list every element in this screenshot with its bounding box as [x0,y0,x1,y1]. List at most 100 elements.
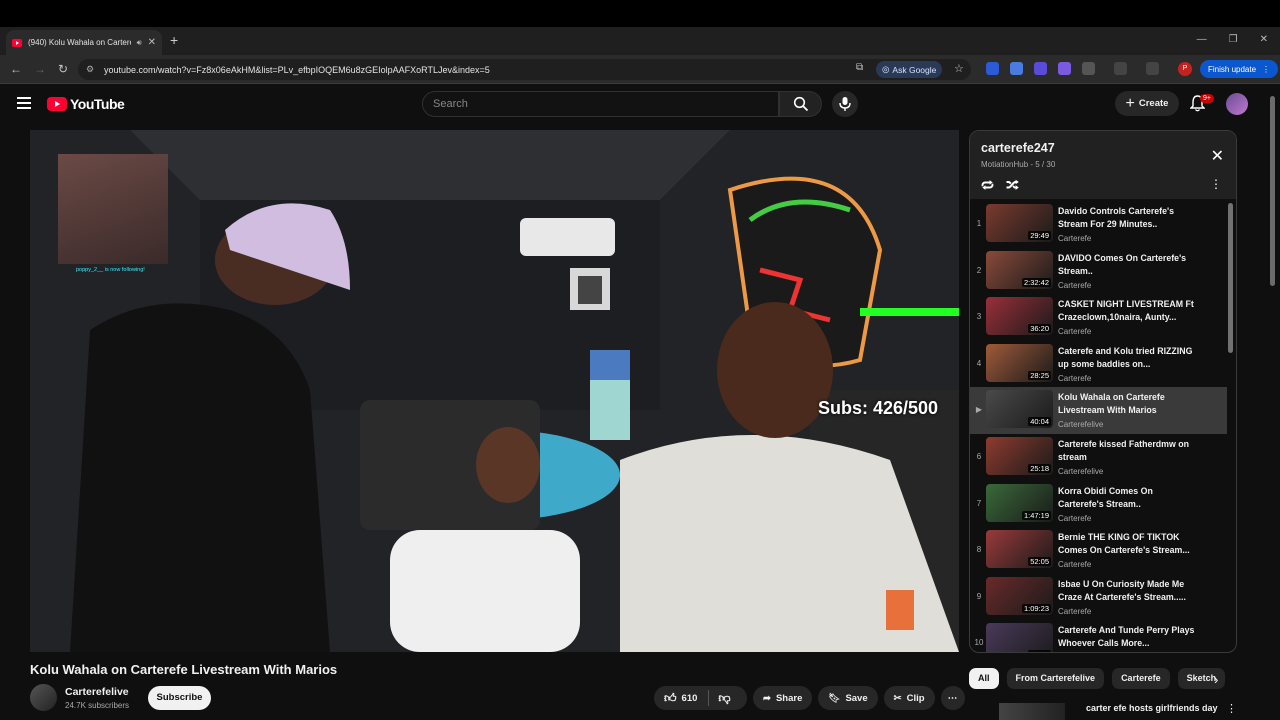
install-icon[interactable]: ⧉ [856,62,863,73]
omnibox[interactable]: ⚙ youtube.com/watch?v=Fz8x06eAkHM&list=P… [78,59,971,80]
youtube-favicon-icon [12,38,22,47]
like-count: 610 [681,692,698,704]
duration-badge: 52:05 [1028,557,1051,567]
translate-icon[interactable] [1010,62,1023,75]
channel-avatar[interactable] [30,684,57,711]
playlist-more-icon[interactable]: ⋮ [1210,177,1222,191]
notification-badge: 9+ [1200,94,1214,103]
youtube-logo[interactable]: YouTube [47,96,125,112]
playlist-item-title[interactable]: Bernie THE KING OF TIKTOK Comes On Carte… [1058,531,1198,557]
minimize-icon[interactable]: — [1197,34,1207,45]
playlist-item-thumbnail[interactable]: 28:25 [986,343,1053,382]
close-window-icon[interactable]: ✕ [1260,34,1268,45]
playlist-item-index: 1 [976,219,982,228]
playlist-item-index: 6 [976,451,982,461]
playlist-item[interactable]: ▶ 40:04 Kolu Wahala on Carterefe Livestrea… [970,387,1227,434]
subscribe-button[interactable]: Subscribe [148,686,211,710]
menu-icon[interactable] [17,97,31,112]
playlist-item-thumbnail[interactable]: 2:32:42 [986,250,1053,289]
logo-text: YouTube [70,96,125,112]
page-scrollbar[interactable] [1270,96,1275,286]
close-playlist-icon[interactable]: ✕ [1211,146,1224,166]
chip-from-carterefelive[interactable]: From Carterefelive [1006,668,1105,689]
chip-all[interactable]: All [969,668,999,689]
playlist-item-thumbnail[interactable]: 25:18 [986,436,1053,475]
search-input[interactable]: Search [422,91,779,117]
playlist-item-channel: Carterefe [1058,513,1092,523]
playlist-item-channel: Carterefe [1058,560,1092,570]
create-button[interactable]: + Create [1115,91,1179,116]
extension-icon[interactable] [1058,62,1071,75]
mic-icon [839,97,851,111]
recommendation-title[interactable]: carter efe hosts girlfriends day [1086,703,1218,713]
new-tab-icon[interactable]: + [170,32,178,48]
playlist-item-thumbnail[interactable]: 1:09:23 [986,576,1053,615]
profile-avatar[interactable]: P [1178,62,1192,76]
playlist-item[interactable]: 3 36:20 CASKET NIGHT LIVESTREAM Ft Crazecl… [970,294,1227,341]
playlist-item-thumbnail[interactable]: 40:04 [986,390,1053,429]
bookmark-star-icon[interactable]: ☆ [954,62,964,75]
playlist-item-channel: Carterefe [1058,606,1092,616]
playlist-item[interactable]: 6 25:18 Carterefe kissed Fatherdmw on stre… [970,434,1227,481]
chip-carterefe[interactable]: Carterefe [1112,668,1170,689]
shuffle-icon[interactable]: 🔀︎ [1006,176,1019,195]
playlist-item-thumbnail[interactable]: 44:51 [986,623,1053,652]
playlist-item[interactable]: 9 1:09:23 Isbae U On Curiosity Made Me Cra… [970,574,1227,621]
puzzle-icon[interactable] [1082,62,1095,75]
maximize-icon[interactable]: ❐ [1229,34,1238,45]
playlist-item[interactable]: 1 29:49 Davido Controls Carterefe's Stream… [970,201,1227,248]
more-actions-button[interactable]: ⋯ [940,686,965,710]
playlist-scrollbar[interactable] [1228,203,1233,353]
playlist-item-title[interactable]: Isbae U On Curiosity Made Me Craze At Ca… [1058,578,1198,604]
plus-icon: + [1125,94,1135,112]
thumbs-down-icon[interactable]: 👎︎ [718,691,730,706]
playlist-item[interactable]: 10 44:51 Carterefe And Tunde Perry Plays W… [970,620,1227,652]
reload-icon[interactable]: ↻ [58,62,68,76]
search-button[interactable] [779,91,822,117]
save-label: Save [845,692,868,704]
chevron-right-icon[interactable]: › [1214,672,1218,687]
forward-icon[interactable]: → [34,62,46,76]
site-info-icon[interactable]: ⚙ [86,64,98,75]
channel-name[interactable]: Carterefelive [65,686,129,698]
playlist-item-thumbnail[interactable]: 52:05 [986,530,1053,569]
playlist-item-index: 7 [976,498,982,508]
like-button[interactable]: 👍︎ 610 [664,691,697,706]
share-icon: ➦ [763,692,771,704]
loop-icon[interactable]: 🔁︎ [981,176,994,195]
user-avatar[interactable] [1226,93,1248,115]
recommendation-more-icon[interactable]: ⋮ [1226,702,1237,715]
playlist-item-title[interactable]: Carterefe kissed Fatherdmw on stream [1058,438,1198,464]
reading-list-icon[interactable] [1146,62,1159,75]
playlist-item-thumbnail[interactable]: 29:49 [986,204,1053,242]
playlist-item-title[interactable]: Carterefe And Tunde Perry Plays Whoever … [1058,624,1198,650]
playlist-item-title[interactable]: Kolu Wahala on Carterefe Livestream With… [1058,391,1198,417]
playlist-item-title[interactable]: Korra Obidi Comes On Carterefe's Stream.… [1058,485,1198,511]
playlist-item-title[interactable]: DAVIDO Comes On Carterefe's Stream.. [1058,252,1198,278]
voice-search-button[interactable] [832,91,858,117]
playlist-item[interactable]: 2 2:32:42 DAVIDO Comes On Carterefe's Stre… [970,248,1227,295]
extension-icon[interactable] [986,62,999,75]
playlist-item-thumbnail[interactable]: 36:20 [986,297,1053,336]
playlist-item-title[interactable]: Caterefe and Kolu tried RIZZING up some … [1058,345,1198,371]
ask-google-button[interactable]: ◎ Ask Google [876,61,943,78]
playlist-item[interactable]: 4 28:25 Caterefe and Kolu tried RIZZING up… [970,341,1227,388]
recommendation-thumbnail[interactable] [999,703,1065,720]
video-frame [30,130,959,652]
playlist-item[interactable]: 7 1:47:19 Korra Obidi Comes On Carterefe's… [970,481,1227,528]
save-button[interactable]: 🔖︎ Save [818,686,878,710]
playlist-item[interactable]: 8 52:05 Bernie THE KING OF TIKTOK Comes On… [970,527,1227,574]
playlist-item-thumbnail[interactable]: 1:47:19 [986,483,1053,522]
finish-update-button[interactable]: Finish update ⋮ [1200,60,1279,78]
shield-icon[interactable] [1034,62,1047,75]
tab-search-icon[interactable] [1114,62,1127,75]
video-player[interactable]: poppy_2__ is now following! Subs: 426/50… [30,130,959,652]
share-button[interactable]: ➦ Share [753,686,813,710]
playlist-title[interactable]: carterefe247 [981,141,1055,155]
playlist-item-title[interactable]: CASKET NIGHT LIVESTREAM Ft Crazeclown,10… [1058,298,1198,324]
browser-tab[interactable]: (940) Kolu Wahala on Carterefe 🔊︎ ✕ [6,30,162,55]
back-icon[interactable]: ← [10,62,22,76]
close-tab-icon[interactable]: ✕ [148,37,156,48]
playlist-item-title[interactable]: Davido Controls Carterefe's Stream For 2… [1058,205,1198,231]
clip-button[interactable]: ✂ Clip [883,686,935,710]
